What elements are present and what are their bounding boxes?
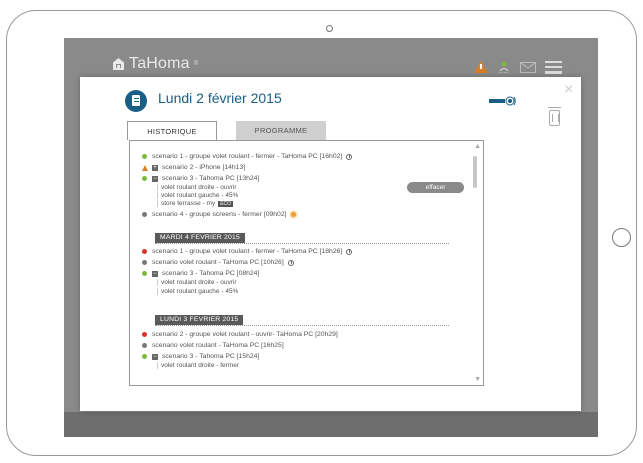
- list-item-text: scenario 3 - Tahoma PC [15h24]: [162, 353, 260, 360]
- list-item[interactable]: scenario 2 - groupe volet roulant - ouvr…: [142, 331, 338, 338]
- list-item[interactable]: − scenario 3 - Tahoma PC [08h24]: [142, 270, 259, 277]
- menu-icon[interactable]: [545, 60, 562, 74]
- home-button[interactable]: [612, 228, 631, 247]
- header-icons: [474, 60, 562, 74]
- list-item-text: scenario volet roulant - TaHoma PC [16h2…: [152, 342, 284, 349]
- warning-icon: [142, 164, 148, 171]
- sub-item: volet roulant gauche - 45%: [157, 192, 238, 199]
- list-item[interactable]: scenario 1 - groupe volet roulant - ferm…: [142, 153, 353, 160]
- close-icon[interactable]: ×: [564, 82, 573, 98]
- trash-icon[interactable]: [548, 107, 561, 126]
- status-neutral-icon: [142, 260, 147, 265]
- sun-icon: [290, 212, 296, 217]
- scroll-down-icon[interactable]: ▼: [474, 376, 481, 383]
- status-error-icon: [142, 249, 147, 254]
- calendar-icon: [125, 90, 147, 112]
- status-error-icon: [142, 332, 147, 337]
- scrollbar-thumb[interactable]: [473, 156, 477, 188]
- list-item-text: scenario 2 - groupe volet roulant - ouvr…: [152, 331, 338, 338]
- clock-icon: [346, 248, 353, 255]
- list-item-text: scenario 4 - groupe screens - fermer [09…: [152, 211, 287, 218]
- clock-icon: [346, 153, 353, 160]
- camera-icon: [326, 25, 333, 32]
- list-item-text: scenario 1 - groupe volet roulant - ferm…: [152, 153, 343, 160]
- logo-text: TaHoma: [129, 55, 190, 72]
- tab-historique[interactable]: HISTORIQUE: [127, 121, 217, 140]
- collapse-icon[interactable]: −: [152, 175, 158, 182]
- divider: [155, 325, 449, 326]
- status-success-icon: [142, 354, 147, 359]
- screen-footer: [64, 412, 598, 437]
- eco-badge: ECO: [218, 201, 234, 207]
- tab-programme[interactable]: PROGRAMME: [236, 121, 326, 140]
- registered-mark: ®: [193, 61, 199, 67]
- list-item[interactable]: scenario volet roulant - TaHoma PC [10h2…: [142, 259, 294, 266]
- status-success-icon: [142, 154, 147, 159]
- app-logo: TaHoma ®: [112, 55, 198, 73]
- status-neutral-icon: [142, 343, 147, 348]
- list-item-text: scenario 2 - iPhone [14h13]: [162, 164, 246, 171]
- expand-icon[interactable]: +: [152, 164, 158, 171]
- status-neutral-icon: [142, 212, 147, 217]
- status-success-icon: [142, 176, 147, 181]
- sub-item-text: store terrasse - my: [161, 200, 216, 207]
- day-header: MARDI 4 FEVRIER 2015: [155, 233, 245, 243]
- remote-control-icon[interactable]: [489, 94, 517, 108]
- clear-button[interactable]: effacer: [407, 182, 464, 193]
- collapse-icon[interactable]: −: [152, 353, 158, 360]
- sub-item: store terrasse - my ECO: [157, 200, 234, 207]
- list-item-text: scenario 3 - Tahoma PC [08h24]: [162, 270, 260, 277]
- list-item-text: scenario volet roulant - TaHoma PC [10h2…: [152, 259, 284, 266]
- sub-item: volet roulant droite - ouvrir: [157, 279, 237, 286]
- sub-item: volet roulant droite - fermer: [157, 362, 239, 369]
- page-title: Lundi 2 février 2015: [158, 90, 282, 106]
- list-item-text: scenario 3 - Tahoma PC [13h24]: [162, 175, 260, 182]
- status-success-icon: [142, 271, 147, 276]
- mail-icon[interactable]: [520, 61, 536, 73]
- list-item[interactable]: + scenario 2 - iPhone [14h13]: [142, 164, 245, 171]
- list-item-text: scenario 1 - groupe volet roulant - ferm…: [152, 248, 343, 255]
- history-modal: × Lundi 2 février 2015 HISTORIQUE PROGRA…: [80, 77, 581, 411]
- day-header: LUNDI 3 FEVRIER 2015: [155, 315, 244, 325]
- scroll-up-icon[interactable]: ▲: [474, 143, 481, 150]
- history-list[interactable]: scenario 1 - groupe volet roulant - ferm…: [129, 140, 484, 386]
- divider: [155, 243, 449, 244]
- list-item[interactable]: scenario volet roulant - TaHoma PC [16h2…: [142, 342, 284, 349]
- list-item[interactable]: scenario 1 - groupe volet roulant - ferm…: [142, 248, 353, 255]
- collapse-icon[interactable]: −: [152, 270, 158, 277]
- user-location-icon[interactable]: [497, 60, 511, 74]
- list-item[interactable]: − scenario 3 - Tahoma PC [15h24]: [142, 353, 259, 360]
- house-icon: [112, 57, 125, 71]
- sub-item: volet roulant gauche - 45%: [157, 288, 238, 295]
- clock-icon: [287, 259, 294, 266]
- sub-item: volet roulant droite - ouvrir: [157, 184, 237, 191]
- warning-icon[interactable]: [474, 61, 488, 73]
- list-item[interactable]: − scenario 3 - Tahoma PC [13h24]: [142, 175, 259, 182]
- list-item[interactable]: scenario 4 - groupe screens - fermer [09…: [142, 211, 296, 218]
